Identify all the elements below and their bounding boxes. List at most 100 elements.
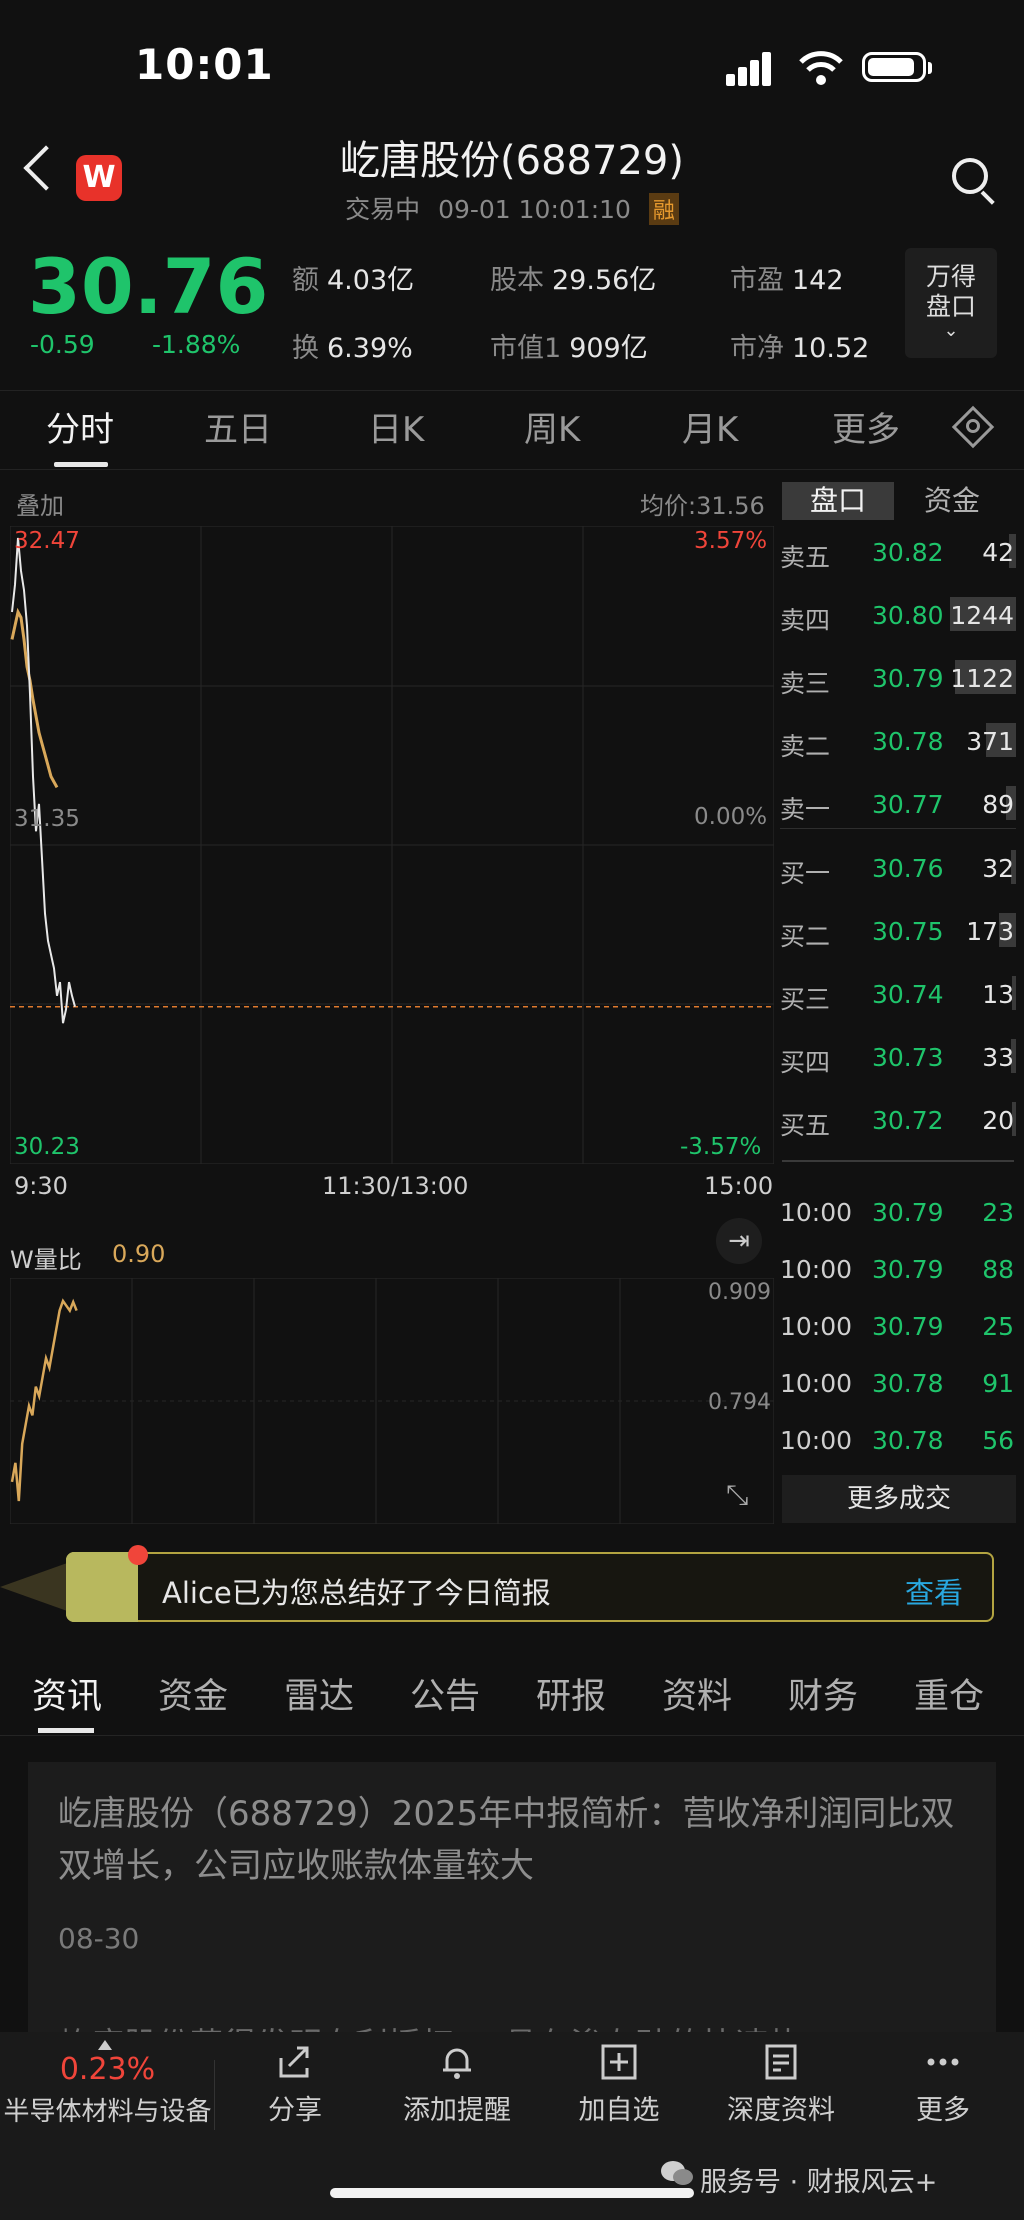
- add-watchlist-label: 加自选: [578, 2095, 660, 2126]
- ask-label: 卖二: [780, 732, 831, 761]
- add-alert-button[interactable]: 添加提醒: [382, 2042, 532, 2127]
- bell-icon: [443, 2048, 471, 2079]
- bid-row: 买四 30.73 33: [780, 1037, 1020, 1077]
- add-watchlist-button[interactable]: 加自选: [544, 2042, 694, 2127]
- news-tab-info[interactable]: 资讯: [32, 1668, 102, 1719]
- wande-label-1: 万得: [925, 262, 976, 291]
- expand-icon[interactable]: ⤡: [726, 1478, 748, 1512]
- tab-weekly-k[interactable]: 周K: [524, 402, 580, 451]
- news-tab-radar[interactable]: 雷达: [284, 1668, 354, 1719]
- ask-label: 卖四: [780, 606, 831, 635]
- sector-name: 半导体材料与设备: [3, 2097, 212, 2127]
- ask-price: 30.79: [872, 664, 944, 693]
- current-price: 30.76: [28, 242, 269, 331]
- news-tab-profile[interactable]: 资料: [662, 1668, 732, 1719]
- x-axis-end: 15:00: [704, 1172, 774, 1200]
- ask-row: 卖三 30.79 1122: [780, 658, 1020, 698]
- settings-icon-center: [966, 419, 980, 433]
- battery-cap: [928, 62, 932, 74]
- news-tab-divider: [0, 1735, 1024, 1736]
- more-label: 更多: [916, 2095, 970, 2126]
- share-icon: [279, 2046, 309, 2078]
- home-indicator[interactable]: [330, 2188, 694, 2198]
- ask-row: 卖四 30.80 1244: [780, 595, 1020, 635]
- bid-volume: 13: [982, 980, 1014, 1009]
- ask-volume: 371: [966, 727, 1014, 756]
- deep-data-button[interactable]: 深度资料: [706, 2042, 856, 2127]
- tick-volume: 91: [982, 1369, 1014, 1398]
- more-dots-icon: [927, 2058, 959, 2066]
- sector-info[interactable]: 0.23% 半导体材料与设备: [0, 2052, 215, 2128]
- tab-intraday[interactable]: 分时: [46, 402, 114, 451]
- pct-axis-mid: 0.00%: [694, 804, 768, 830]
- pct-axis-low: -3.57%: [680, 1134, 762, 1160]
- tab-capital[interactable]: 资金: [896, 482, 1008, 520]
- tab-active-indicator: [54, 462, 108, 467]
- bid-price: 30.74: [872, 980, 944, 1009]
- bid-price: 30.75: [872, 917, 944, 946]
- document-icon: [765, 2044, 797, 2080]
- tab-daily-k[interactable]: 日K: [368, 402, 424, 451]
- news-tab-announcement[interactable]: 公告: [410, 1668, 480, 1719]
- tick-time: 10:00: [780, 1255, 853, 1284]
- bid-row: 买一 30.76 32: [780, 848, 1020, 888]
- news-title[interactable]: 屹唐股份（688729）2025年中报简析：营收净利润同比双双增长，公司应收账款…: [58, 1788, 968, 1892]
- ask-volume: 1122: [950, 664, 1014, 693]
- more-button[interactable]: 更多: [868, 2042, 1018, 2127]
- tick-price: 30.79: [872, 1198, 944, 1227]
- vr-axis-top: 0.909: [708, 1280, 771, 1305]
- tab-monthly-k[interactable]: 月K: [682, 402, 738, 451]
- bid-price: 30.72: [872, 1106, 944, 1135]
- ask-price: 30.78: [872, 727, 944, 756]
- sector-separator: [214, 2060, 215, 2130]
- price-change-pct: -1.88%: [152, 330, 241, 359]
- banner-view-button[interactable]: 查看: [905, 1570, 963, 1612]
- volume-ratio-label: W量比: [10, 1246, 82, 1274]
- share-button[interactable]: 分享: [220, 2042, 370, 2127]
- price-series: [11, 537, 76, 1024]
- tick-volume: 25: [982, 1312, 1014, 1341]
- news-tab-research[interactable]: 研报: [536, 1668, 606, 1719]
- news-tab-finance[interactable]: 财务: [788, 1668, 858, 1719]
- ask-volume: 89: [982, 790, 1014, 819]
- bid-label: 买五: [780, 1111, 831, 1140]
- ask-row: 卖五 30.82 42: [780, 532, 1020, 572]
- ask-label: 卖一: [780, 795, 831, 824]
- wifi-icon: [799, 51, 843, 85]
- news-tab-capital[interactable]: 资金: [158, 1668, 228, 1719]
- avg-price-series: [10, 607, 59, 789]
- tab-more[interactable]: 更多: [832, 402, 900, 451]
- price-change: -0.59: [30, 330, 95, 359]
- tab-order-book[interactable]: 盘口: [782, 482, 894, 520]
- y-axis-mid: 31.35: [14, 806, 80, 832]
- x-axis-mid: 11:30/13:00: [322, 1172, 469, 1200]
- collapse-arrow-icon[interactable]: ⇥: [716, 1218, 762, 1264]
- overlay-button[interactable]: 叠加: [16, 486, 64, 521]
- more-trades-button[interactable]: 更多成交: [782, 1475, 1016, 1523]
- margin-badge: 融: [648, 193, 679, 225]
- deep-data-label: 深度资料: [727, 2095, 835, 2126]
- volume-ratio-value: 0.90: [112, 1240, 166, 1268]
- battery-icon: [862, 52, 926, 82]
- wande-orderbook-button[interactable]: 万得 盘口 ⌄: [905, 248, 997, 358]
- avg-price-label: 均价:31.56: [640, 492, 765, 520]
- tab-five-day[interactable]: 五日: [204, 402, 272, 451]
- bid-row: 买五 30.72 20: [780, 1100, 1020, 1140]
- tick-time: 10:00: [780, 1312, 853, 1341]
- search-icon[interactable]: [952, 158, 988, 194]
- ask-label: 卖五: [780, 543, 831, 572]
- stat-share-capital: 股本 29.56亿: [490, 265, 657, 296]
- tick-time: 10:00: [780, 1369, 853, 1398]
- add-alert-label: 添加提醒: [403, 2095, 511, 2126]
- news-tab-holdings[interactable]: 重仓: [914, 1668, 984, 1719]
- bid-label: 买三: [780, 985, 831, 1014]
- notification-dot: [128, 1545, 148, 1565]
- tick-time: 10:00: [780, 1426, 853, 1455]
- trading-status: 交易中 09-01 10:01:10 融: [0, 190, 1024, 226]
- news-date: 08-30: [58, 1922, 140, 1955]
- ask-price: 30.77: [872, 790, 944, 819]
- wande-label-2: 盘口: [925, 292, 976, 321]
- signal-icon: [726, 52, 771, 86]
- volume-ratio-chart: [10, 1278, 774, 1524]
- stat-amount: 额 4.03亿: [292, 265, 415, 296]
